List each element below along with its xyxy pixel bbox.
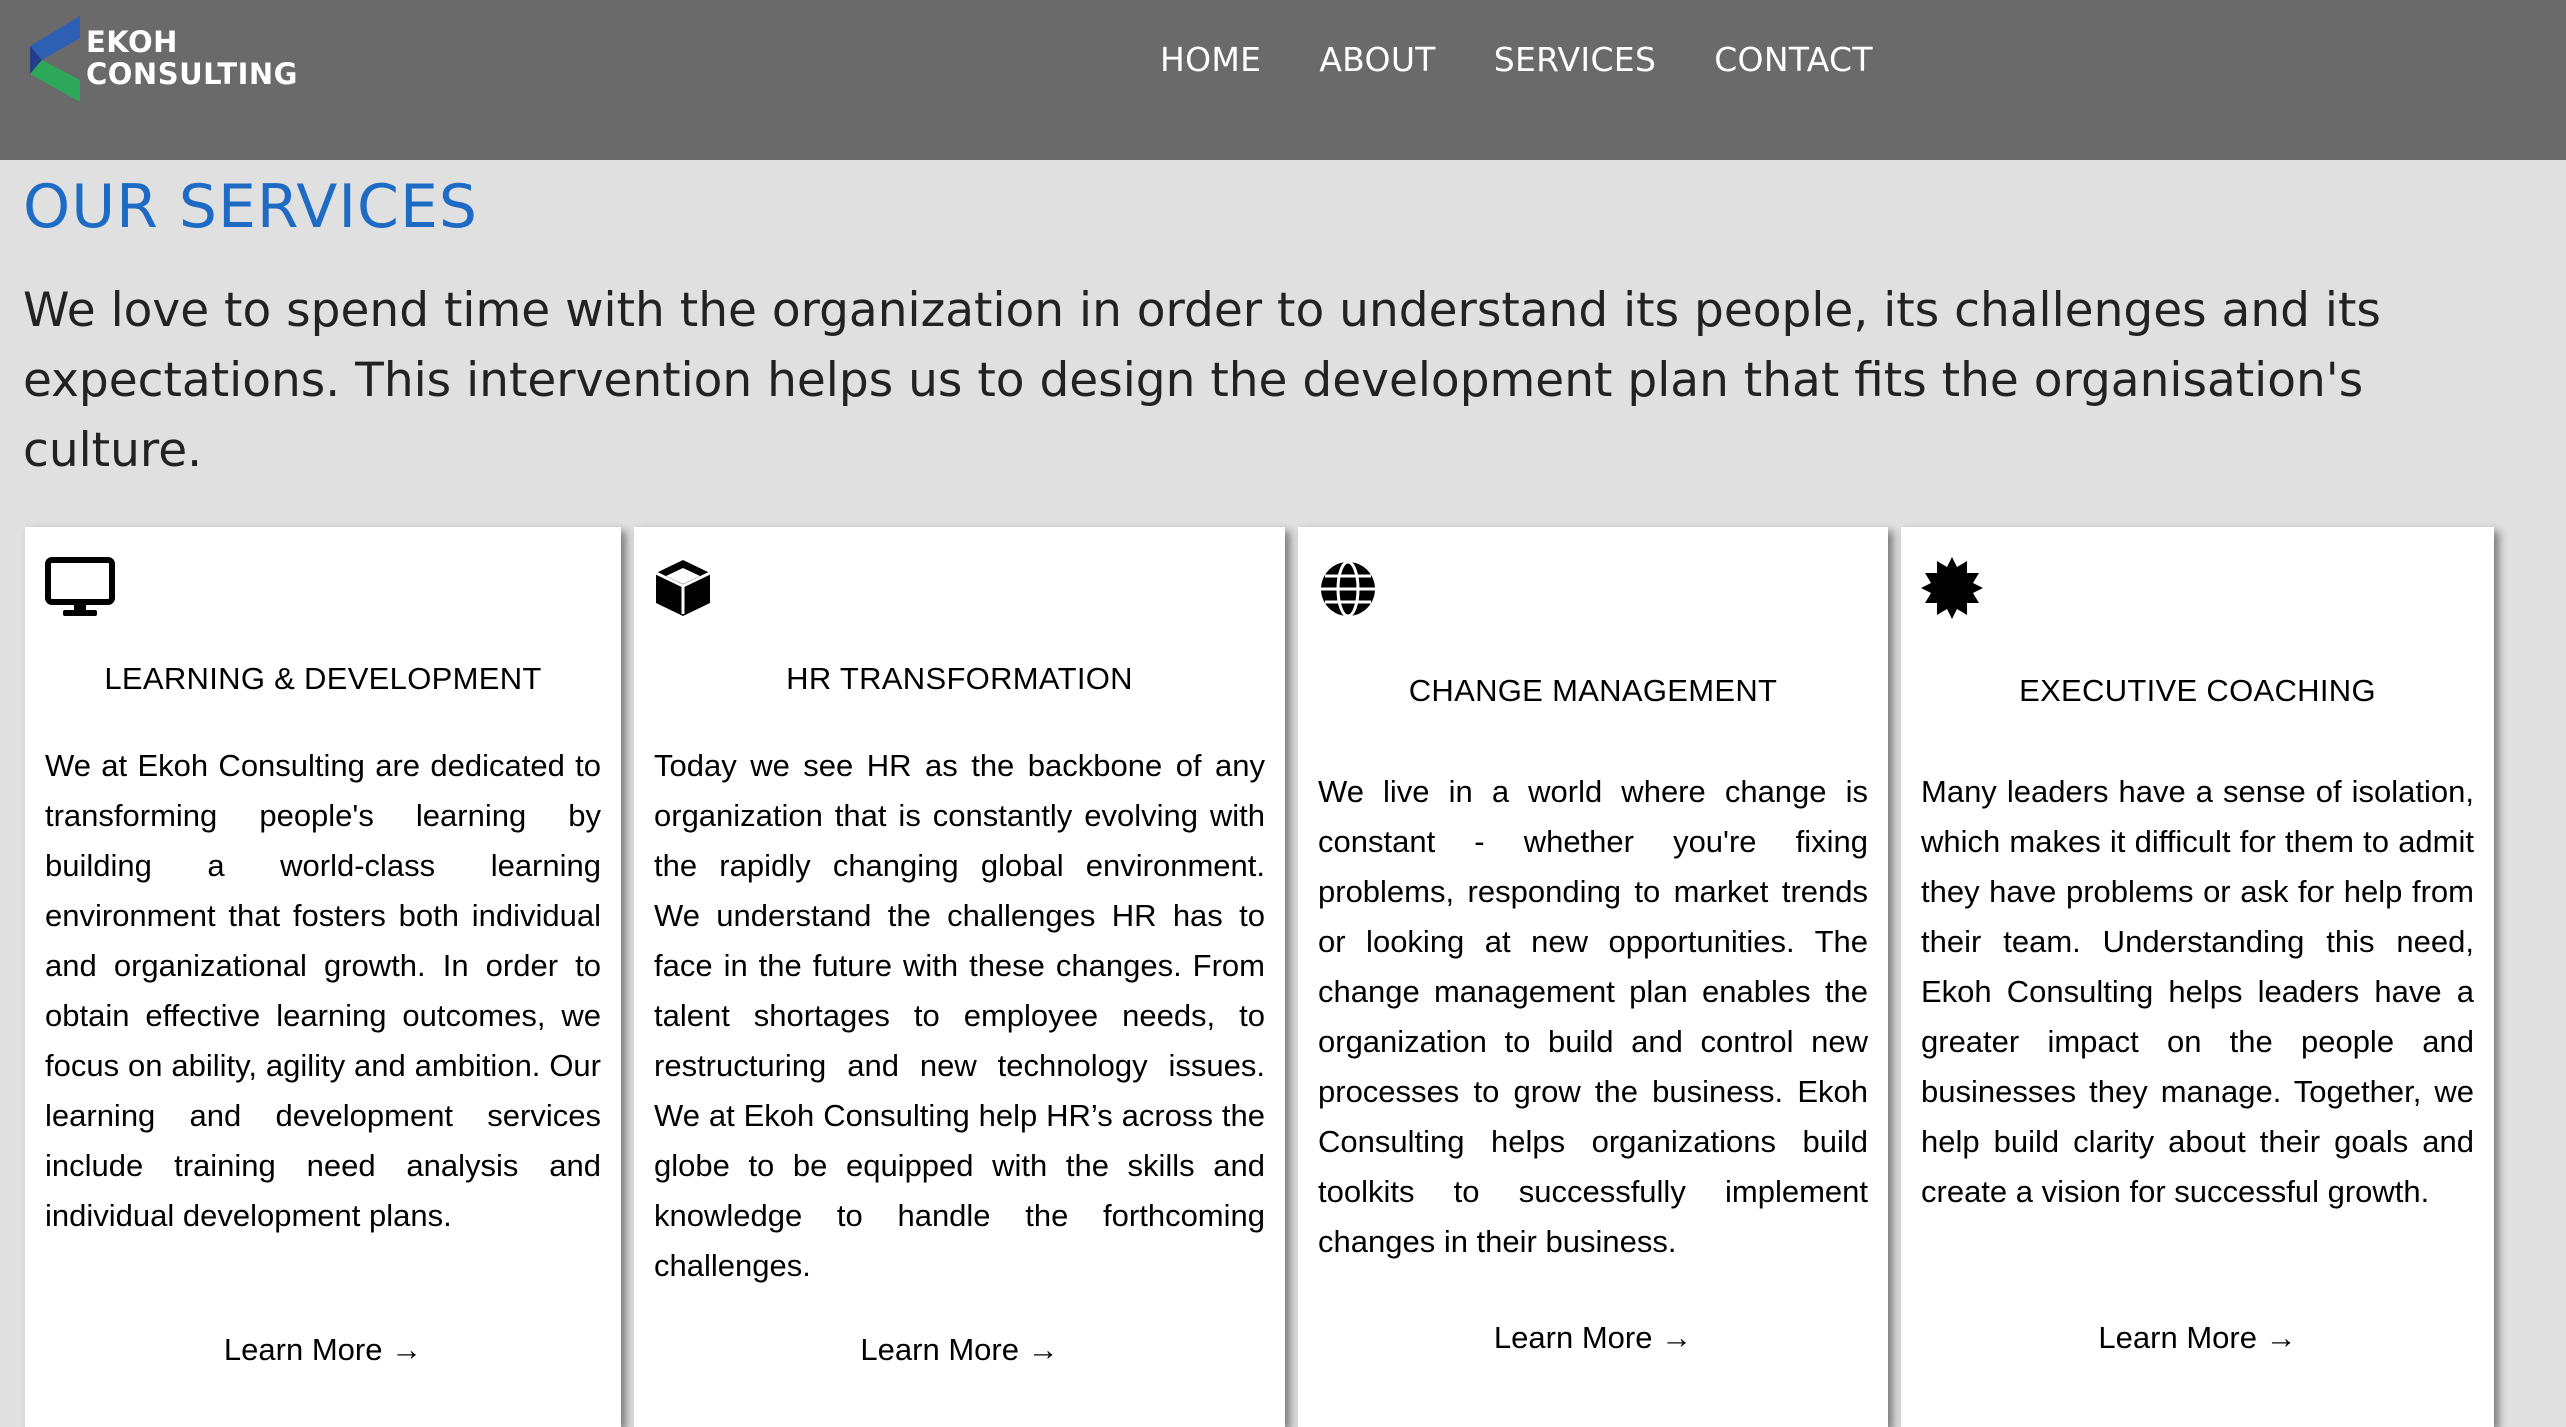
- service-title: LEARNING & DEVELOPMENT: [104, 661, 542, 696]
- certificate-icon: [1921, 557, 1983, 619]
- nav-home[interactable]: HOME: [1160, 40, 1261, 80]
- service-card-coaching: EXECUTIVE COACHING Many leaders have a s…: [1901, 527, 2494, 1427]
- nav-about[interactable]: ABOUT: [1319, 40, 1435, 80]
- cube-icon: [655, 560, 711, 616]
- nav-services[interactable]: SERVICES: [1494, 40, 1656, 80]
- nav-contact[interactable]: CONTACT: [1714, 40, 1873, 80]
- service-description: Today we see HR as the backbone of any o…: [654, 748, 1265, 1283]
- service-description: We at Ekoh Consulting are dedicated to t…: [45, 748, 601, 1233]
- service-description: We live in a world where change is const…: [1318, 774, 1868, 1259]
- brand-line-2: CONSULTING: [86, 57, 298, 91]
- service-card-change: CHANGE MANAGEMENT We live in a world whe…: [1298, 527, 1888, 1427]
- service-title: CHANGE MANAGEMENT: [1408, 673, 1778, 708]
- logo-mark-icon: [30, 16, 80, 102]
- brand-logo[interactable]: EKOH CONSULTING: [30, 16, 330, 106]
- learn-more-link[interactable]: Learn More →: [1901, 1320, 2494, 1356]
- monitor-icon: [45, 557, 115, 616]
- main-nav: HOME ABOUT SERVICES CONTACT: [1160, 40, 1931, 80]
- service-description: Many leaders have a sense of isolation, …: [1921, 774, 2474, 1209]
- brand-line-1: EKOH: [86, 25, 178, 59]
- service-card-hr: HR TRANSFORMATION Today we see HR as the…: [634, 527, 1285, 1427]
- learn-more-link[interactable]: Learn More →: [1298, 1320, 1888, 1356]
- page-title: OUR SERVICES: [23, 172, 478, 242]
- top-navbar: EKOH CONSULTING HOME ABOUT SERVICES CONT…: [0, 0, 2566, 160]
- service-title: EXECUTIVE COACHING: [2019, 673, 2376, 708]
- learn-more-link[interactable]: Learn More →: [634, 1332, 1285, 1368]
- brand-name: EKOH CONSULTING: [86, 26, 298, 90]
- globe-icon: [1321, 560, 1375, 618]
- service-card-learning: LEARNING & DEVELOPMENT We at Ekoh Consul…: [25, 527, 621, 1427]
- intro-text: We love to spend time with the organizat…: [23, 283, 2381, 478]
- service-title: HR TRANSFORMATION: [786, 661, 1133, 696]
- learn-more-link[interactable]: Learn More →: [25, 1332, 621, 1368]
